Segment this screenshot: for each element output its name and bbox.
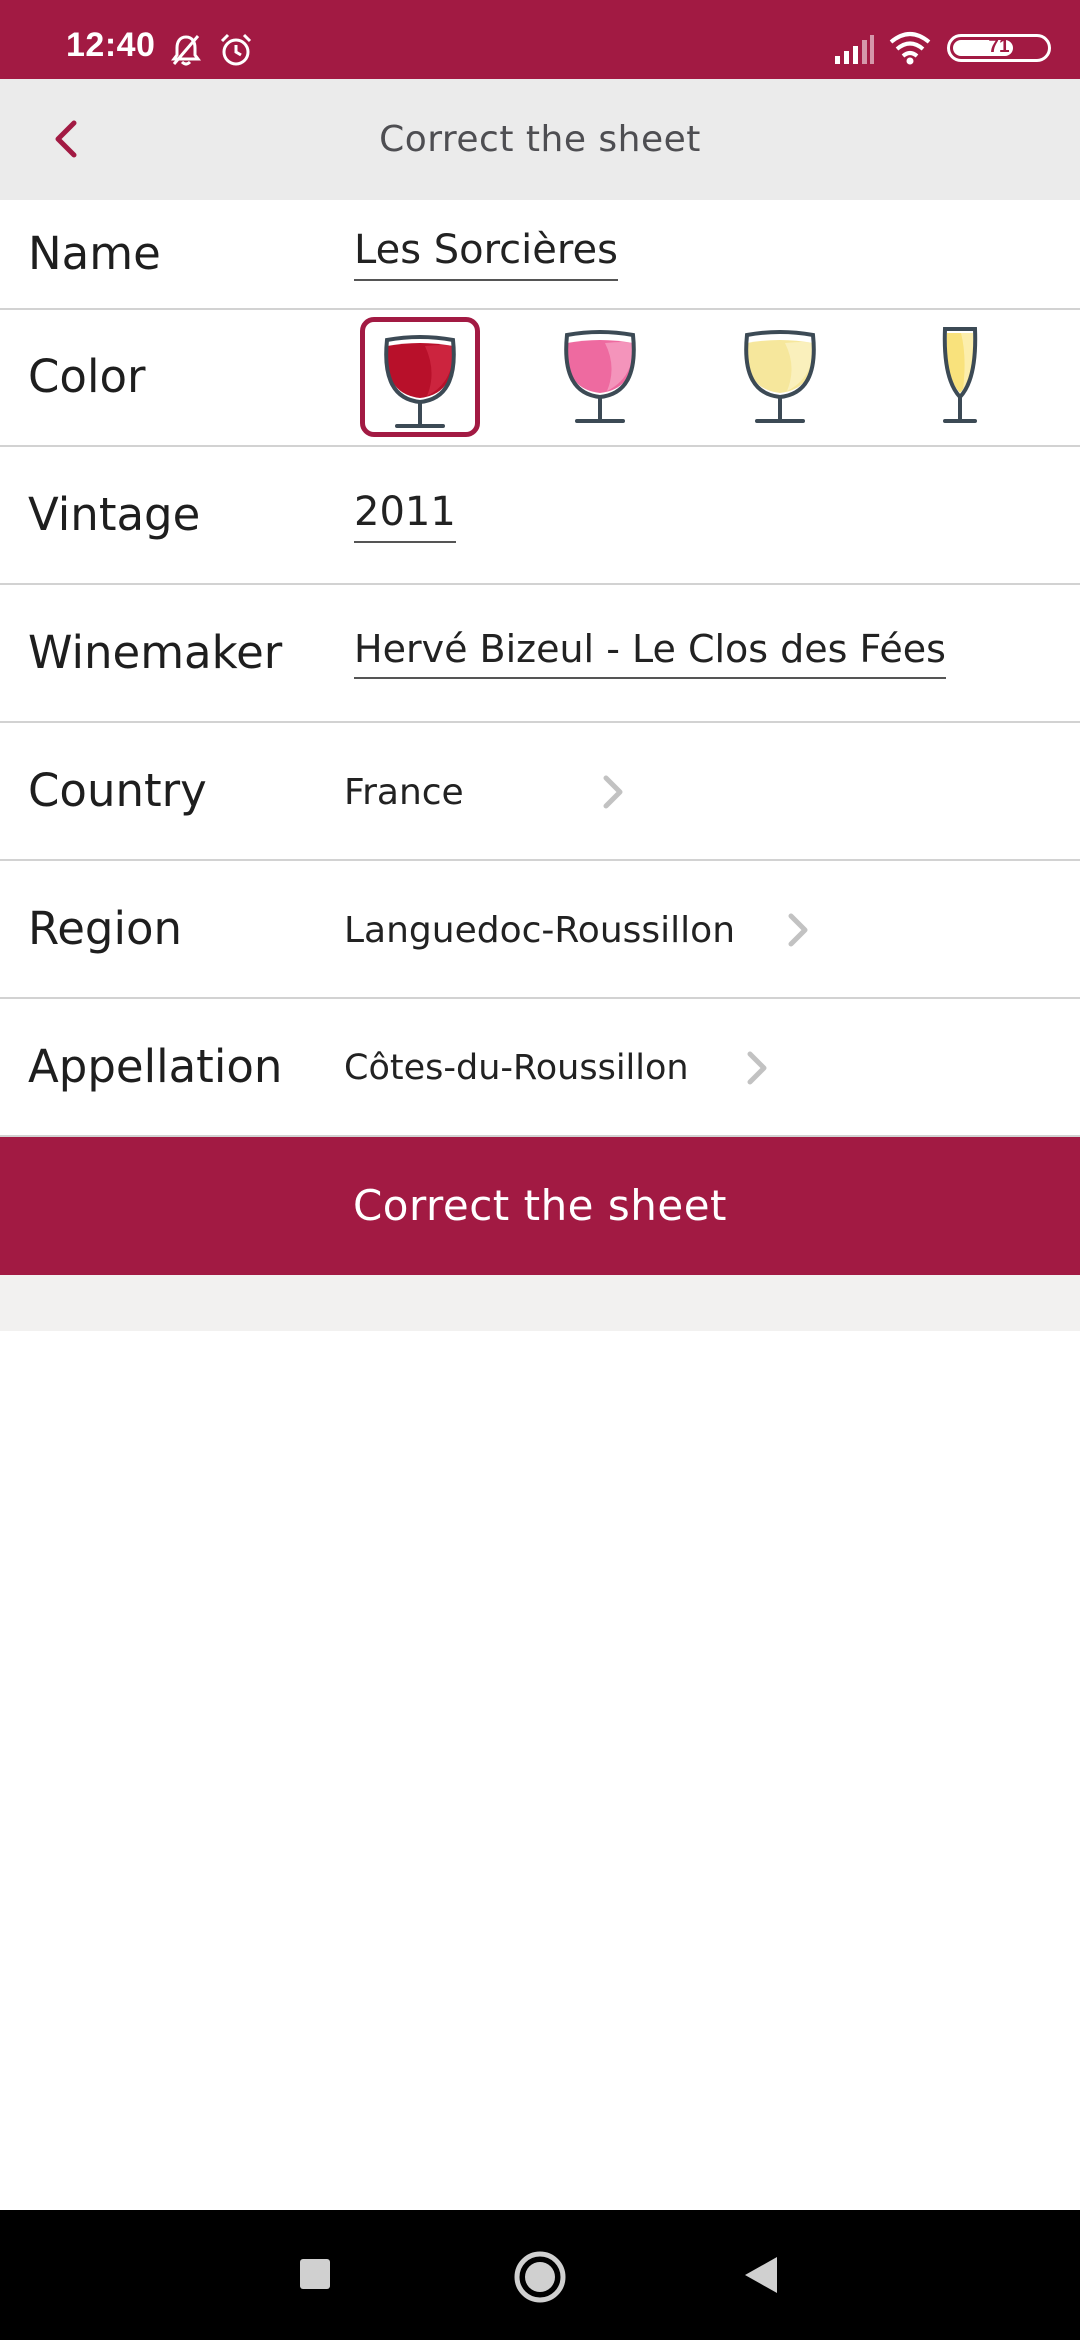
- name-label: Name: [28, 227, 161, 280]
- vintage-row: Vintage 2011: [0, 447, 1080, 585]
- winemaker-input[interactable]: Hervé Bizeul - Le Clos des Fées: [354, 627, 946, 679]
- color-option-red[interactable]: [360, 317, 480, 437]
- alarm-icon: [220, 33, 252, 66]
- winemaker-label: Winemaker: [28, 626, 283, 679]
- region-value[interactable]: Languedoc-Roussillon: [344, 910, 735, 951]
- chevron-right-icon[interactable]: [783, 910, 813, 950]
- color-label: Color: [28, 350, 146, 403]
- footer-band: [0, 1275, 1080, 1331]
- bell-off-icon: [171, 35, 201, 66]
- status-bar: 12:40 71: [0, 0, 1080, 79]
- color-row: Color: [0, 310, 1080, 447]
- red-wine-glass-icon: [384, 335, 456, 428]
- appellation-row[interactable]: Appellation Côtes-du-Roussillon: [0, 999, 1080, 1137]
- color-option-sparkling[interactable]: [905, 317, 1025, 437]
- wifi-icon: [889, 32, 931, 65]
- back-triangle-icon[interactable]: [741, 2254, 781, 2296]
- region-label: Region: [28, 902, 183, 955]
- country-value[interactable]: France: [344, 772, 464, 813]
- vintage-input[interactable]: 2011: [354, 489, 456, 543]
- correct-sheet-button[interactable]: Correct the sheet: [0, 1137, 1080, 1275]
- chevron-right-icon[interactable]: [742, 1048, 772, 1088]
- app-bar: Correct the sheet: [0, 79, 1080, 200]
- winemaker-row: Winemaker Hervé Bizeul - Le Clos des Fée…: [0, 585, 1080, 723]
- appellation-label: Appellation: [28, 1040, 283, 1093]
- signal-icon: [835, 35, 874, 64]
- recents-square-icon[interactable]: [298, 2257, 332, 2291]
- rose-wine-glass-icon: [564, 330, 636, 423]
- country-row[interactable]: Country France: [0, 723, 1080, 861]
- vintage-label: Vintage: [28, 488, 201, 541]
- white-wine-glass-icon: [744, 330, 816, 423]
- home-circle-icon[interactable]: [513, 2250, 567, 2304]
- appellation-value[interactable]: Côtes-du-Roussillon: [344, 1048, 689, 1088]
- name-input[interactable]: Les Sorcières: [354, 227, 618, 281]
- country-label: Country: [28, 764, 207, 817]
- battery-icon: 71: [947, 34, 1051, 62]
- name-row: Name Les Sorcières: [0, 200, 1080, 310]
- battery-level: 71: [988, 36, 1010, 57]
- color-option-rose[interactable]: [545, 317, 665, 437]
- status-time: 12:40: [66, 26, 156, 64]
- sparkling-wine-glass-icon: [942, 327, 978, 423]
- color-option-white[interactable]: [725, 317, 845, 437]
- region-row[interactable]: Region Languedoc-Roussillon: [0, 861, 1080, 999]
- system-nav-bar: [0, 2210, 1080, 2340]
- chevron-right-icon[interactable]: [598, 772, 628, 812]
- page-title: Correct the sheet: [379, 119, 701, 160]
